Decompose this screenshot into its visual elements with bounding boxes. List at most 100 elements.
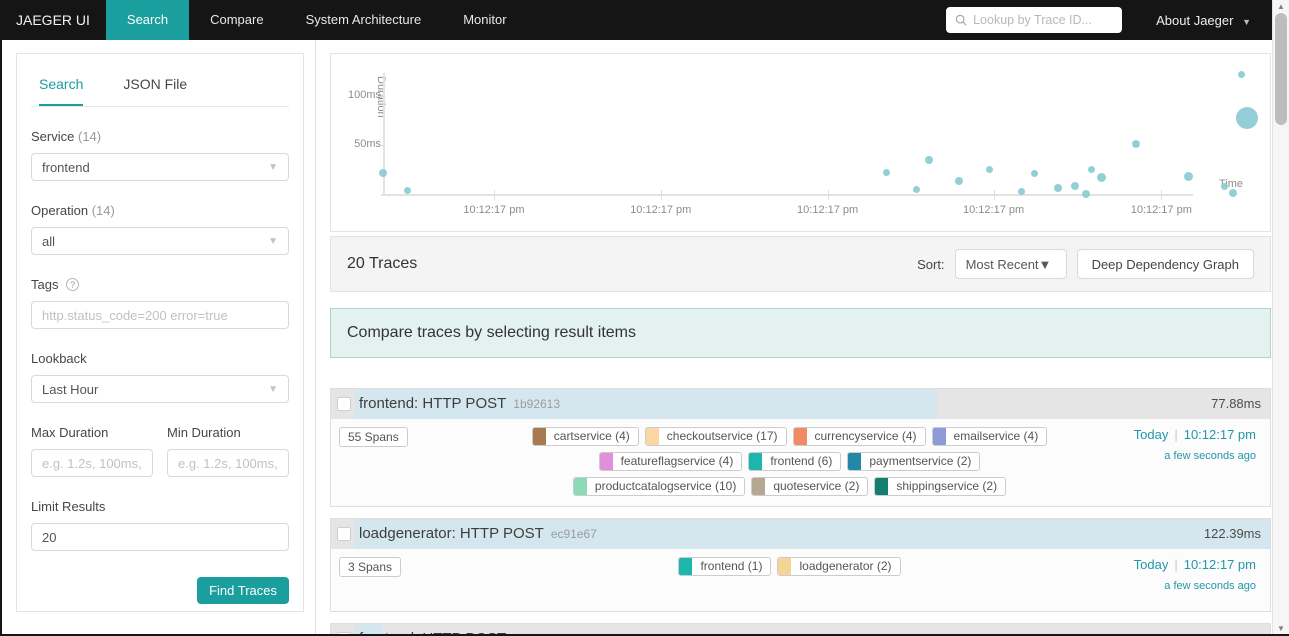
trace-scatter-point[interactable] (1054, 184, 1063, 193)
trace-scatter-point[interactable] (1071, 182, 1080, 191)
lookback-group: Lookback Last Hour ▼ (31, 351, 289, 403)
tags-input[interactable] (42, 307, 278, 323)
date-separator: | (1174, 557, 1178, 572)
scrollbar[interactable]: ▲ ▼ (1272, 0, 1289, 634)
trace-result-header[interactable]: frontend: HTTP POST 066341b 3.55ms (331, 624, 1270, 634)
find-traces-button[interactable]: Find Traces (197, 577, 289, 604)
nav-item-system-architecture[interactable]: System Architecture (285, 0, 443, 40)
x-tick-mark (660, 190, 662, 200)
operation-value: all (42, 233, 56, 249)
service-select[interactable]: frontend ▼ (31, 153, 289, 181)
trace-lookup-box[interactable] (946, 7, 1123, 33)
trace-scatter-point[interactable] (379, 169, 387, 178)
trace-result-header[interactable]: loadgenerator: HTTP POST ec91e67 122.39ms (331, 519, 1270, 549)
sort-value: Most Recent (965, 256, 1039, 272)
lookback-select[interactable]: Last Hour ▼ (31, 375, 289, 403)
trace-results-list: frontend: HTTP POST 1b92613 77.88ms 55 Span… (330, 388, 1271, 634)
trace-scatter-point[interactable] (912, 185, 920, 193)
nav-menu: Search Compare System Architecture Monitor (105, 0, 528, 40)
trace-scatter-point[interactable] (1088, 166, 1096, 173)
service-tag: quoteservice (2) (751, 477, 869, 496)
service-tag: frontend (1) (678, 557, 772, 576)
x-tick-mark (993, 190, 995, 200)
y-tick-mark (378, 96, 384, 97)
trace-lookup-input[interactable] (973, 13, 1114, 27)
trace-title-wrap: loadgenerator: HTTP POST ec91e67 (355, 519, 1270, 549)
service-tags: cartservice (4) checkoutservice (17) curre… (510, 427, 1070, 496)
service-color-swatch (645, 428, 659, 445)
trace-scatter-point[interactable] (925, 155, 934, 164)
trace-result-item: frontend: HTTP POST 066341b 3.55ms (330, 623, 1271, 634)
nav-item-search[interactable]: Search (105, 0, 190, 40)
trace-scatter-point[interactable] (955, 177, 964, 186)
trace-scatter-point[interactable] (883, 168, 891, 176)
trace-select-checkbox[interactable] (337, 397, 351, 411)
nav-item-monitor[interactable]: Monitor (442, 0, 527, 40)
trace-title-link[interactable]: loadgenerator: HTTP POST ec91e67 122.39ms (355, 519, 1270, 549)
service-color-swatch (532, 428, 546, 445)
trace-scatter-point[interactable] (1097, 172, 1107, 182)
trace-title-wrap: frontend: HTTP POST 066341b (355, 624, 1270, 634)
service-tags: frontend (1) loadgenerator (2) (510, 557, 1070, 601)
trace-scatter-point[interactable] (1082, 189, 1091, 198)
trace-time-link[interactable]: 10:12:17 pm (1184, 557, 1256, 572)
trace-id: 1b92613 (513, 397, 560, 411)
trace-scatter-point[interactable] (1236, 106, 1259, 129)
tags-label: Tags ? (31, 277, 289, 292)
trace-scatter-point[interactable] (985, 166, 993, 173)
service-tag: paymentservice (2) (847, 452, 981, 471)
nav-item-compare[interactable]: Compare (189, 0, 284, 40)
x-tick-label: 10:12:17 pm (1130, 204, 1192, 216)
x-tick-label: 10:12:17 pm (630, 204, 692, 216)
trace-id: 066341b (513, 632, 560, 634)
tab-search[interactable]: Search (39, 76, 84, 106)
tab-json-file[interactable]: JSON File (123, 76, 187, 106)
x-tick-label: 10:12:17 pm (463, 204, 525, 216)
operation-select[interactable]: all ▼ (31, 227, 289, 255)
min-duration-field (167, 449, 289, 477)
trace-scatter-point[interactable] (1031, 169, 1039, 177)
service-label: Service (14) (31, 129, 102, 144)
trace-scatter-point[interactable] (1220, 182, 1228, 190)
service-color-swatch (848, 453, 862, 470)
trace-date-line: Today | 10:12:17 pm (1082, 557, 1256, 572)
limit-label: Limit Results (31, 499, 106, 514)
about-jaeger-menu[interactable]: About Jaeger ▼ (1156, 13, 1251, 28)
service-tag: frontend (6) (748, 452, 842, 471)
trace-title-link[interactable]: frontend: HTTP POST 1b92613 77.88ms (355, 389, 1270, 419)
service-group: Service (14) frontend ▼ (31, 129, 289, 181)
span-count-badge: 3 Spans (339, 557, 402, 577)
x-tick-mark (1161, 190, 1163, 200)
trace-select-checkbox[interactable] (337, 527, 351, 541)
trace-scatter-point[interactable] (1237, 70, 1245, 78)
sidebar-tabs: Search JSON File (31, 66, 289, 107)
app-title: JAEGER UI (16, 12, 90, 28)
trace-time-link[interactable]: 10:12:17 pm (1184, 427, 1256, 442)
help-icon[interactable]: ? (66, 278, 80, 291)
sort-select[interactable]: Most Recent ▼ (954, 249, 1067, 279)
trace-scatter-point[interactable] (403, 186, 411, 194)
trace-date-link[interactable]: Today (1134, 427, 1169, 442)
scroll-up-icon[interactable]: ▲ (1273, 0, 1289, 14)
trace-duration: 122.39ms (1203, 526, 1261, 541)
limit-input[interactable] (42, 529, 278, 545)
trace-select-checkbox[interactable] (337, 632, 351, 634)
max-duration-input[interactable] (42, 455, 142, 471)
trace-date-link[interactable]: Today (1134, 557, 1169, 572)
trace-result-body: 3 Spans frontend (1) loadgenerator (2) Toda… (331, 549, 1270, 611)
date-separator: | (1174, 427, 1178, 442)
trace-duration: 77.88ms (1211, 396, 1261, 411)
trace-result-header[interactable]: frontend: HTTP POST 1b92613 77.88ms (331, 389, 1270, 419)
service-color-swatch (932, 428, 946, 445)
min-duration-input[interactable] (178, 455, 278, 471)
scrollbar-thumb[interactable] (1275, 13, 1287, 125)
max-duration-label: Max Duration (31, 425, 109, 440)
trace-scatter-point[interactable] (1017, 187, 1025, 195)
trace-scatter-point[interactable] (1228, 189, 1237, 198)
trace-title-link[interactable]: frontend: HTTP POST 066341b 3.55ms (355, 624, 1270, 634)
trace-scatter-point[interactable] (1184, 171, 1194, 181)
service-color-swatch (778, 558, 792, 575)
trace-scatter-point[interactable] (1132, 140, 1141, 149)
deep-dependency-graph-button[interactable]: Deep Dependency Graph (1076, 249, 1254, 279)
scroll-down-icon[interactable]: ▼ (1273, 622, 1289, 634)
